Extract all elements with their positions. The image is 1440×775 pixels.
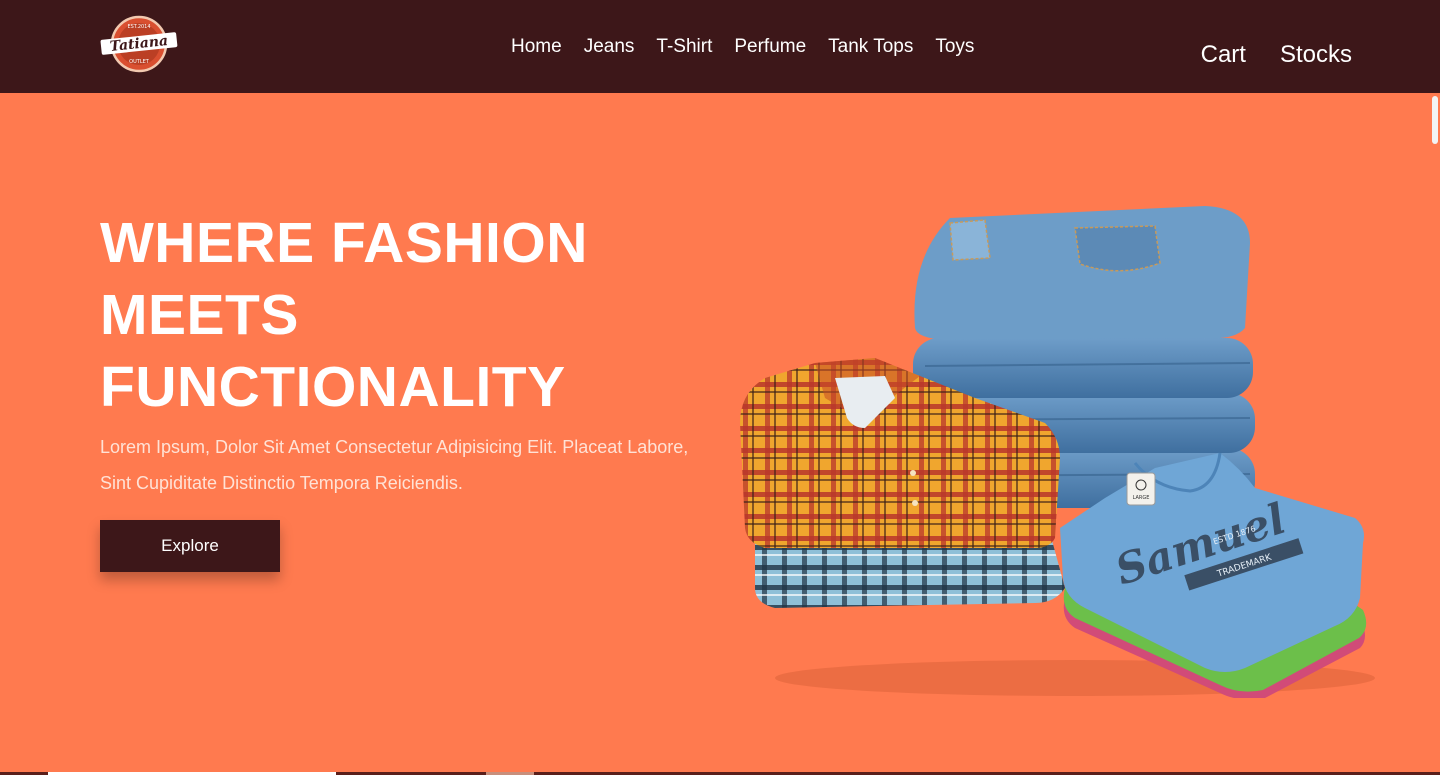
nav-tshirt-link[interactable]: T-Shirt [656, 36, 712, 58]
hero-title-line-3: FUNCTIONALITY [100, 355, 566, 419]
stocks-link[interactable]: Stocks [1280, 41, 1352, 69]
cart-link[interactable]: Cart [1201, 41, 1246, 69]
hero-description: Lorem Ipsum, Dolor Sit Amet Consectetur … [100, 437, 689, 493]
tatiana-logo[interactable]: Tatiana EST.2014 OUTLET [99, 14, 179, 74]
nav-actions: Cart Stocks [1201, 41, 1352, 69]
logo-top-text: EST.2014 [127, 24, 150, 30]
logo-bottom-text: OUTLET [129, 59, 150, 65]
navbar: Tatiana EST.2014 OUTLET Home Jeans T-Shi… [0, 0, 1440, 93]
nav-home-link[interactable]: Home [511, 36, 562, 58]
nav-toys-link[interactable]: Toys [935, 36, 974, 58]
nav-tank-tops-link[interactable]: Tank Tops [828, 36, 913, 58]
nav-perfume-link[interactable]: Perfume [734, 36, 806, 58]
main-nav: Home Jeans T-Shirt Perfume Tank Tops Toy… [511, 36, 974, 58]
hero-title: WHERE FASHION MEETS FUNCTIONALITY [100, 207, 700, 423]
clothing-stack-image: Samuel ESTD 1876 TRADEMARK LARGE [740, 206, 1375, 698]
hero-title-line-2: MEETS [100, 283, 299, 347]
nav-jeans-link[interactable]: Jeans [584, 36, 635, 58]
explore-button[interactable]: Explore [100, 520, 280, 572]
hero-section: WHERE FASHION MEETS FUNCTIONALITY Lorem … [0, 93, 1440, 775]
hero-title-line-1: WHERE FASHION [100, 211, 588, 275]
size-tag-text: LARGE [1133, 495, 1150, 501]
